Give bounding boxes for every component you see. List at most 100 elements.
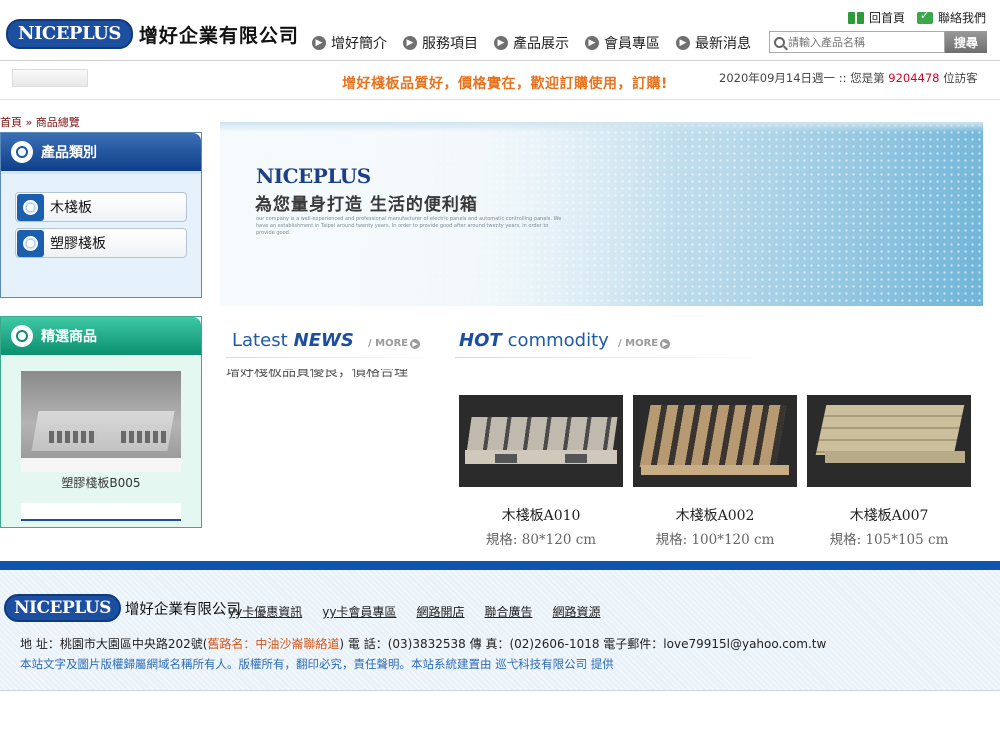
category-panel-title: 產品類別: [41, 145, 97, 161]
plastic-pallet-photo: [21, 371, 181, 458]
category-item-plastic-pallet[interactable]: 塑膠棧板: [15, 228, 187, 258]
breadcrumb-separator: »: [25, 116, 33, 129]
banner-logo: NICEPLUS: [256, 164, 371, 188]
category-label: 塑膠棧板: [50, 236, 106, 252]
search-icon: [774, 36, 785, 48]
search-bar: 搜尋: [769, 31, 987, 53]
gear-icon: [17, 229, 44, 257]
category-panel: 產品類別 木棧板 塑膠棧板: [0, 132, 202, 298]
featured-product-image[interactable]: [21, 371, 181, 472]
top-links: 回首頁 聯絡我們: [847, 9, 986, 26]
contact-link-label: 聯絡我們: [937, 11, 986, 25]
pallet-illustration: [807, 395, 971, 487]
contact-link[interactable]: 聯絡我們: [916, 9, 986, 26]
banner-slogan: 為您量身打造 生活的便利箱: [255, 195, 478, 215]
category-item-wood-pallet[interactable]: 木棧板: [15, 192, 187, 222]
arrow-circle-icon: ▶: [660, 338, 671, 349]
more-label: / MORE: [368, 338, 409, 349]
footer-link[interactable]: 網路資源: [552, 603, 600, 620]
visit-count: 9204478: [888, 71, 940, 85]
nav-item-news[interactable]: ▶ 最新消息: [676, 33, 751, 53]
product-image[interactable]: [633, 395, 797, 487]
product-image[interactable]: [807, 395, 971, 487]
footer-copyright: 本站文字及圖片版權歸屬網域名稱所有人。版權所有，翻印必究，責任聲明。本站系統建置…: [20, 657, 614, 671]
product-card[interactable]: 木棧板A007 規格: 105*105 cm: [807, 395, 971, 548]
arrow-circle-icon: ▶: [312, 36, 326, 50]
home-link-label: 回首頁: [868, 11, 905, 25]
book-icon: [847, 11, 864, 24]
product-name[interactable]: 木棧板A010: [459, 505, 623, 525]
news-ticker-text: 增好棧板品質優良，價格合理: [226, 369, 408, 380]
pallet-front: [465, 450, 617, 464]
breadcrumb-current[interactable]: 商品總覽: [36, 116, 80, 129]
arrow-circle-icon: ▶: [410, 338, 421, 349]
tab-hot-light: commodity: [507, 330, 609, 351]
product-name[interactable]: 木棧板A007: [807, 505, 971, 525]
news-ticker[interactable]: 增好棧板品質優良，價格合理: [226, 369, 441, 383]
pallet-slot: [121, 431, 169, 443]
featured-panel-title: 精選商品: [41, 329, 97, 345]
search-button[interactable]: 搜尋: [945, 31, 987, 53]
mail-icon: [916, 9, 933, 24]
tab-news-bold: NEWS: [293, 330, 354, 351]
hot-more-link[interactable]: / MORE ▶: [618, 338, 671, 349]
tab-latest-news[interactable]: Latest NEWS: [232, 330, 354, 351]
main-nav: ▶ 增好簡介 ▶ 服務項目 ▶ 產品展示 ▶ 會員專區 ▶ 最新消息: [312, 33, 751, 53]
more-label: / MORE: [618, 338, 659, 349]
news-more-link[interactable]: / MORE ▶: [368, 338, 421, 349]
arrow-circle-icon: ▶: [676, 36, 690, 50]
pallet-top: [466, 417, 618, 453]
product-name[interactable]: 木棧板A002: [633, 505, 797, 525]
product-card[interactable]: 木棧板A002 規格: 100*120 cm: [633, 395, 797, 548]
hot-underline: [455, 357, 775, 358]
tab-hot-bold: HOT: [459, 330, 502, 351]
company-name: 增好企業有限公司: [138, 24, 299, 47]
footer-link[interactable]: 聯合廣告: [484, 603, 532, 620]
header-divider: [0, 60, 1000, 61]
featured-product-caption[interactable]: 塑膠棧板B005: [21, 474, 181, 491]
tab-hot-commodity[interactable]: HOT commodity: [459, 330, 609, 351]
footer-links: yy卡優惠資訊 yy卡會員專區 網路開店 聯合廣告 網路資源: [228, 603, 600, 620]
search-input[interactable]: [788, 35, 938, 49]
visit-date: 2020年09月14日週一 :: 您是第: [719, 71, 885, 85]
product-card[interactable]: 木棧板A010 規格: 80*120 cm: [459, 395, 623, 548]
nav-item-about[interactable]: ▶ 增好簡介: [312, 33, 387, 53]
badge-icon: [11, 141, 33, 163]
footer-link[interactable]: yy卡會員專區: [322, 603, 396, 620]
footer-link[interactable]: yy卡優惠資訊: [228, 603, 302, 620]
pallet-top: [815, 405, 965, 455]
footer-bar: [0, 561, 1000, 570]
pallet-illustration: [465, 395, 618, 487]
visitor-counter: 2020年09月14日週一 :: 您是第 9204478 位訪客: [719, 70, 978, 86]
badge-icon: [11, 325, 33, 347]
pallet-front: [825, 451, 965, 463]
pallet-top: [639, 405, 787, 467]
category-panel-header: 產品類別: [1, 133, 201, 171]
footer-company-name: 增好企業有限公司: [124, 601, 241, 618]
footer-address: 地 址：桃園市大園區中央路202號(: [20, 637, 208, 651]
nav-item-members[interactable]: ▶ 會員專區: [585, 33, 660, 53]
search-box: [769, 31, 945, 53]
footer-logo[interactable]: NICEPLUS 增好企業有限公司: [4, 594, 241, 622]
product-spec: 規格: 80*120 cm: [485, 532, 597, 548]
arrow-circle-icon: ▶: [403, 36, 417, 50]
footer-link[interactable]: 網路開店: [416, 603, 464, 620]
nav-label: 會員專區: [604, 36, 660, 52]
nav-item-products[interactable]: ▶ 產品展示: [494, 33, 569, 53]
flash-placeholder: [12, 69, 88, 87]
nav-item-services[interactable]: ▶ 服務項目: [403, 33, 478, 53]
breadcrumb-home[interactable]: 首頁: [0, 116, 22, 129]
nav-label: 增好簡介: [331, 36, 387, 52]
nav-label: 服務項目: [422, 36, 478, 52]
product-image[interactable]: [459, 395, 623, 487]
footer-logo-mark: NICEPLUS: [4, 594, 121, 622]
featured-scroller-bar: [21, 503, 181, 521]
arrow-circle-icon: ▶: [585, 36, 599, 50]
footer-contact-info: 地 址：桃園市大園區中央路202號(舊路名：中油沙崙聯絡道) 電 話：(03)3…: [20, 635, 826, 652]
breadcrumb: 首頁 » 商品總覽: [0, 114, 80, 130]
site-logo[interactable]: NICEPLUS 增好企業有限公司: [6, 19, 299, 49]
visit-suffix: 位訪客: [943, 71, 978, 85]
pallet-illustration: [633, 395, 797, 487]
footer-phone-fax-email: ) 電 話：(03)3832538 傳 真：(02)2606-1018 電子郵件…: [339, 637, 827, 651]
home-link[interactable]: 回首頁: [847, 9, 905, 26]
